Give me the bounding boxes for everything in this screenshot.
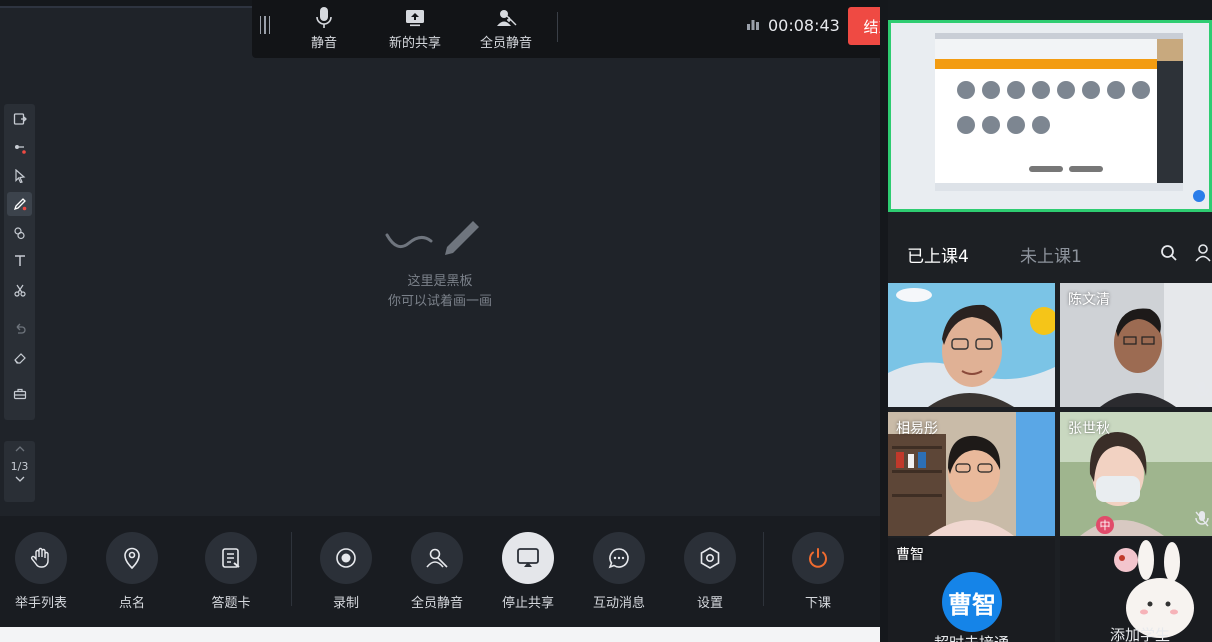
badge-icon: 中 [1096, 516, 1114, 534]
bottom-divider [291, 532, 292, 606]
hint-line-1: 这里是黑板 [407, 274, 473, 289]
page-up-icon[interactable] [4, 444, 35, 457]
share-toolbar: 静音 新的共享 全员静音 00:08:43 结束共享 [252, 0, 958, 58]
interaction-messages-label: 互动消息 [592, 596, 645, 611]
shapes-icon[interactable] [7, 221, 32, 245]
page-down-icon[interactable] [4, 474, 35, 487]
mute-label: 静音 [310, 36, 337, 51]
toolbox-icon[interactable] [7, 382, 32, 406]
mute-button[interactable]: 静音 [299, 4, 349, 51]
end-class-button[interactable]: 下课 [778, 532, 858, 611]
new-share-button[interactable]: 新的共享 [385, 4, 445, 51]
power-icon [792, 532, 844, 584]
page-indicator: 1/3 [10, 460, 29, 473]
stop-share-icon [502, 532, 554, 584]
video-tile[interactable]: 相易彤 [888, 412, 1055, 536]
roll-call-icon [106, 532, 158, 584]
answer-card-button[interactable]: 答题卡 [191, 532, 271, 611]
signal-bars-icon [746, 16, 760, 35]
whiteboard-toolbar [4, 104, 35, 420]
import-file-icon[interactable] [7, 107, 32, 131]
participant-name: 相易彤 [896, 421, 938, 437]
raise-hand-label: 举手列表 [14, 596, 67, 611]
end-class-label: 下课 [804, 596, 831, 611]
shared-screen-preview[interactable] [888, 20, 1212, 212]
class-control-bar: 举手列表 点名 答题卡 录制 全员静音 停止共享 互动消息 设置 下课 [0, 516, 880, 627]
eraser-icon[interactable] [7, 346, 32, 370]
mute-all-icon [411, 532, 463, 584]
roll-call-button[interactable]: 点名 [92, 532, 172, 611]
video-tile[interactable]: 陈文清 [1060, 283, 1212, 407]
text-tool-icon[interactable] [7, 249, 32, 273]
panel-divider[interactable] [880, 0, 888, 642]
microphone-icon [299, 4, 349, 32]
settings-label: 设置 [696, 596, 723, 611]
timer-text: 00:08:43 [768, 16, 840, 35]
tab-attended[interactable]: 已上课4 [907, 242, 969, 267]
window-bottom-edge [0, 627, 888, 642]
panel-top-bar [888, 0, 1212, 20]
raise-hand-list-button[interactable]: 举手列表 [1, 532, 81, 611]
video-tile[interactable]: 张世秋 中 [1060, 412, 1212, 536]
call-status: 超时未接通 [934, 632, 1009, 642]
hint-line-2: 你可以试着画一画 [387, 294, 492, 309]
attendance-tabs: 已上课4 未上课1 [888, 238, 1212, 270]
mute-all-students-label: 全员静音 [410, 596, 463, 611]
tab-not-attended[interactable]: 未上课1 [1020, 242, 1082, 267]
participant-name: 曹智 [896, 547, 924, 563]
add-student-label: 添加学生 [1110, 626, 1171, 642]
blackboard-hint: 这里是黑板 你可以试着画一画 [330, 210, 550, 312]
chat-icon [593, 532, 645, 584]
drag-handle-icon[interactable] [260, 16, 270, 36]
roll-call-label: 点名 [118, 596, 145, 611]
scissors-icon[interactable] [7, 278, 32, 302]
stop-share-button[interactable]: 停止共享 [488, 532, 568, 611]
add-user-icon[interactable] [1194, 243, 1212, 267]
pen-icon[interactable] [7, 192, 32, 216]
mute-all-icon [475, 4, 537, 32]
mic-muted-icon [1194, 510, 1210, 532]
window-top-strip [0, 0, 255, 8]
gear-icon [684, 532, 736, 584]
page-navigator: 1/3 [4, 441, 35, 502]
teacher-video [888, 283, 1055, 407]
add-student-tile[interactable]: 添加学生 [1060, 538, 1212, 642]
search-icon[interactable] [1160, 244, 1178, 266]
mute-all-students-button[interactable]: 全员静音 [397, 532, 477, 611]
mute-all-button[interactable]: 全员静音 [475, 4, 537, 51]
settings-button[interactable]: 设置 [670, 532, 750, 611]
bottom-divider [763, 532, 764, 606]
session-timer: 00:08:43 [746, 16, 840, 35]
answer-card-label: 答题卡 [211, 596, 251, 611]
participant-panel: 已上课4 未上课1 陈文清 相易彤 张世秋 中 曹智 曹智 添加学生 [888, 0, 1212, 642]
mute-all-label: 全员静音 [479, 36, 532, 51]
raise-hand-icon [15, 532, 67, 584]
undo-icon[interactable] [7, 317, 32, 341]
record-button[interactable]: 录制 [306, 532, 386, 611]
interaction-messages-button[interactable]: 互动消息 [579, 532, 659, 611]
shared-screen-thumbnail [891, 23, 1209, 209]
stop-share-label: 停止共享 [501, 596, 554, 611]
record-icon [320, 532, 372, 584]
new-share-label: 新的共享 [388, 36, 441, 51]
screen-share-icon [385, 4, 445, 32]
video-tile[interactable]: 曹智 曹智 超时未接通 [888, 538, 1055, 642]
avatar: 曹智 [942, 572, 1002, 632]
record-label: 录制 [332, 596, 359, 611]
video-tile[interactable] [888, 283, 1055, 407]
participant-name: 张世秋 [1068, 421, 1110, 437]
participant-name: 陈文清 [1068, 292, 1110, 308]
answer-card-icon [205, 532, 257, 584]
toolbar-divider [557, 12, 558, 42]
select-arrow-icon[interactable] [7, 164, 32, 188]
mic-muted-icon [1194, 381, 1210, 403]
laser-pointer-icon[interactable] [7, 136, 32, 160]
